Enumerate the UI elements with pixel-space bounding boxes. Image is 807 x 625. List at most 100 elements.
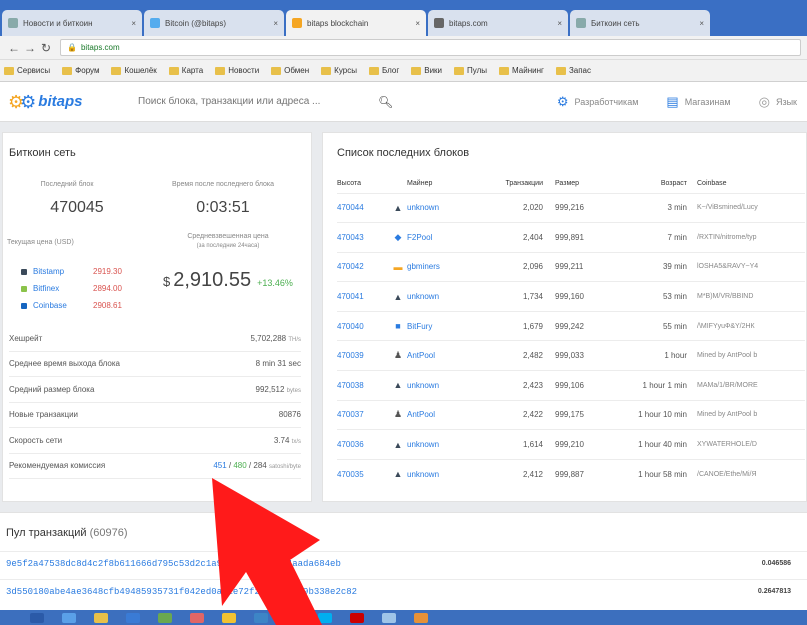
blocks-table: Высота Майнер Транзакции Размер Возраст … [337, 175, 805, 489]
store-icon: ▤ [666, 93, 679, 109]
excel-icon[interactable] [286, 612, 300, 623]
miner-link[interactable]: AntPool [407, 399, 487, 430]
start-icon[interactable] [30, 612, 44, 623]
close-icon[interactable]: × [273, 19, 278, 28]
coinbase-text: /\MIFYyuФ&Y/2НК [697, 310, 805, 341]
browser-tab[interactable]: Новости и биткоин × [2, 10, 142, 36]
opera-icon[interactable] [350, 612, 364, 623]
folder-icon[interactable] [94, 612, 108, 623]
block-height-link[interactable]: 470043 [337, 222, 389, 253]
bookmark-item[interactable]: Запас [555, 66, 591, 75]
tx-hash-link[interactable]: 9e5f2a47538dc8d4c2f8b611666d795c53d2c1a9… [6, 559, 341, 569]
miner-link[interactable]: BitFury [407, 310, 487, 341]
exchange-price: 2894.00 [93, 284, 122, 293]
bookmark-item[interactable]: Обмен [271, 66, 309, 75]
bookmark-item[interactable]: Пулы [454, 66, 487, 75]
miner-link[interactable]: AntPool [407, 340, 487, 371]
miner-link[interactable]: unknown [407, 458, 487, 489]
stat-row-block-time: Среднее время выхода блока 8 min 31 sec [9, 352, 301, 377]
word-icon[interactable] [254, 612, 268, 623]
chat-icon[interactable] [382, 612, 396, 623]
block-height-link[interactable]: 470044 [337, 192, 389, 223]
browser-tab[interactable]: Биткоин сеть × [570, 10, 710, 36]
bookmark-label: Обмен [284, 66, 310, 75]
block-height-link[interactable]: 470035 [337, 458, 389, 489]
close-icon[interactable]: × [699, 19, 704, 28]
bookmark-item[interactable]: Карта [168, 66, 203, 75]
table-header-row: Высота Майнер Транзакции Размер Возраст … [337, 175, 805, 193]
reload-icon[interactable]: ↻ [38, 41, 54, 55]
chrome-icon[interactable] [222, 612, 236, 623]
block-size: 999,106 [555, 370, 625, 401]
site-header: ⚙ ⚙ bitaps 🔍︎ ⚙ Разработчикам ▤ Магазинам … [0, 82, 807, 122]
block-height-link[interactable]: 470038 [337, 370, 389, 401]
close-icon[interactable]: × [131, 19, 136, 28]
block-size: 999,891 [555, 222, 625, 253]
stat-value: 992,512 [255, 384, 285, 394]
browser-tab[interactable]: Bitcoin (@bitaps) × [144, 10, 284, 36]
back-icon[interactable]: ← [6, 41, 22, 55]
block-height-link[interactable]: 470041 [337, 281, 389, 312]
mempool-count: (60976) [89, 527, 128, 539]
block-height-link[interactable]: 470040 [337, 310, 389, 341]
block-age: 1 hour 1 min [625, 370, 697, 401]
search-icon[interactable]: 🔍︎ [378, 95, 393, 109]
bookmark-item[interactable]: Блог [368, 66, 400, 75]
column-header: Транзакции [505, 180, 543, 188]
browser-tab-active[interactable]: bitaps blockchain × [286, 10, 426, 36]
bookmark-item[interactable]: Форум [62, 66, 99, 75]
close-icon[interactable]: × [415, 19, 420, 28]
explorer-icon[interactable] [62, 612, 76, 623]
skype-icon[interactable] [318, 612, 332, 623]
price-label: Текущая цена (USD) [7, 239, 74, 246]
currency-symbol: $ [163, 274, 171, 289]
exchange-name[interactable]: Bitfinex [33, 284, 93, 293]
bookmark-label: Блог [381, 66, 400, 75]
block-height-link[interactable]: 470042 [337, 251, 389, 282]
shops-link[interactable]: ▤ Магазинам [666, 94, 730, 110]
bookmark-item[interactable]: Кошелёк [111, 66, 157, 75]
miner-link[interactable]: F2Pool [407, 222, 487, 253]
language-label: Язык [775, 96, 797, 107]
block-height-link[interactable]: 470039 [337, 340, 389, 371]
miner-link[interactable]: unknown [407, 281, 487, 312]
browser-tab[interactable]: bitaps.com × [428, 10, 568, 36]
forward-icon[interactable]: → [22, 41, 38, 55]
network-panel: Биткоин сеть Последний блок 470045 Время… [2, 132, 312, 502]
browser-icon[interactable] [126, 612, 140, 623]
url-input[interactable]: 🔒 bitaps.com [60, 39, 801, 56]
paint-icon[interactable] [414, 612, 428, 623]
mempool-title: Пул транзакций (60976) [6, 527, 128, 539]
mail-icon[interactable] [158, 612, 172, 623]
globe-icon: ◎ [758, 93, 770, 109]
developers-link[interactable]: ⚙ Разработчикам [557, 94, 639, 110]
exchange-name[interactable]: Coinbase [33, 301, 93, 310]
bookmark-item[interactable]: Вики [411, 66, 442, 75]
miner-link[interactable]: unknown [407, 192, 487, 223]
stat-label: Новые транзакции [9, 410, 79, 420]
coinbase-text: XYWATERHOLE/D [697, 429, 805, 460]
bookmark-item[interactable]: Курсы [321, 66, 357, 75]
address-bar: ← → ↻ 🔒 bitaps.com [0, 36, 807, 60]
block-height-link[interactable]: 470037 [337, 399, 389, 430]
close-icon[interactable]: × [557, 19, 562, 28]
media-icon[interactable] [190, 612, 204, 623]
coinbase-text: /RXTIN/nitrome/typ [697, 222, 805, 253]
fee-medium: 480 [233, 461, 247, 471]
miner-link[interactable]: unknown [407, 370, 487, 401]
tx-hash-link[interactable]: 3d550180abe4ae3648cfb49485935731f042ed0a… [6, 587, 357, 597]
bookmark-item[interactable]: Майнинг [499, 66, 544, 75]
block-height-link[interactable]: 470036 [337, 429, 389, 460]
exchange-name[interactable]: Bitstamp [33, 267, 93, 276]
miner-link[interactable]: unknown [407, 429, 487, 460]
pool-icon: ▲ [393, 469, 403, 480]
folder-icon [215, 66, 226, 75]
last-block-value[interactable]: 470045 [7, 199, 147, 217]
language-link[interactable]: ◎ Язык [759, 94, 797, 110]
site-logo[interactable]: ⚙ ⚙ bitaps [8, 93, 126, 111]
bookmark-item[interactable]: Новости [215, 66, 259, 75]
bookmark-item[interactable]: Сервисы [4, 66, 50, 75]
header-links: ⚙ Разработчикам ▤ Магазинам ◎ Язык [529, 94, 797, 110]
search-input[interactable] [138, 96, 378, 107]
miner-link[interactable]: gbminers [407, 251, 487, 282]
